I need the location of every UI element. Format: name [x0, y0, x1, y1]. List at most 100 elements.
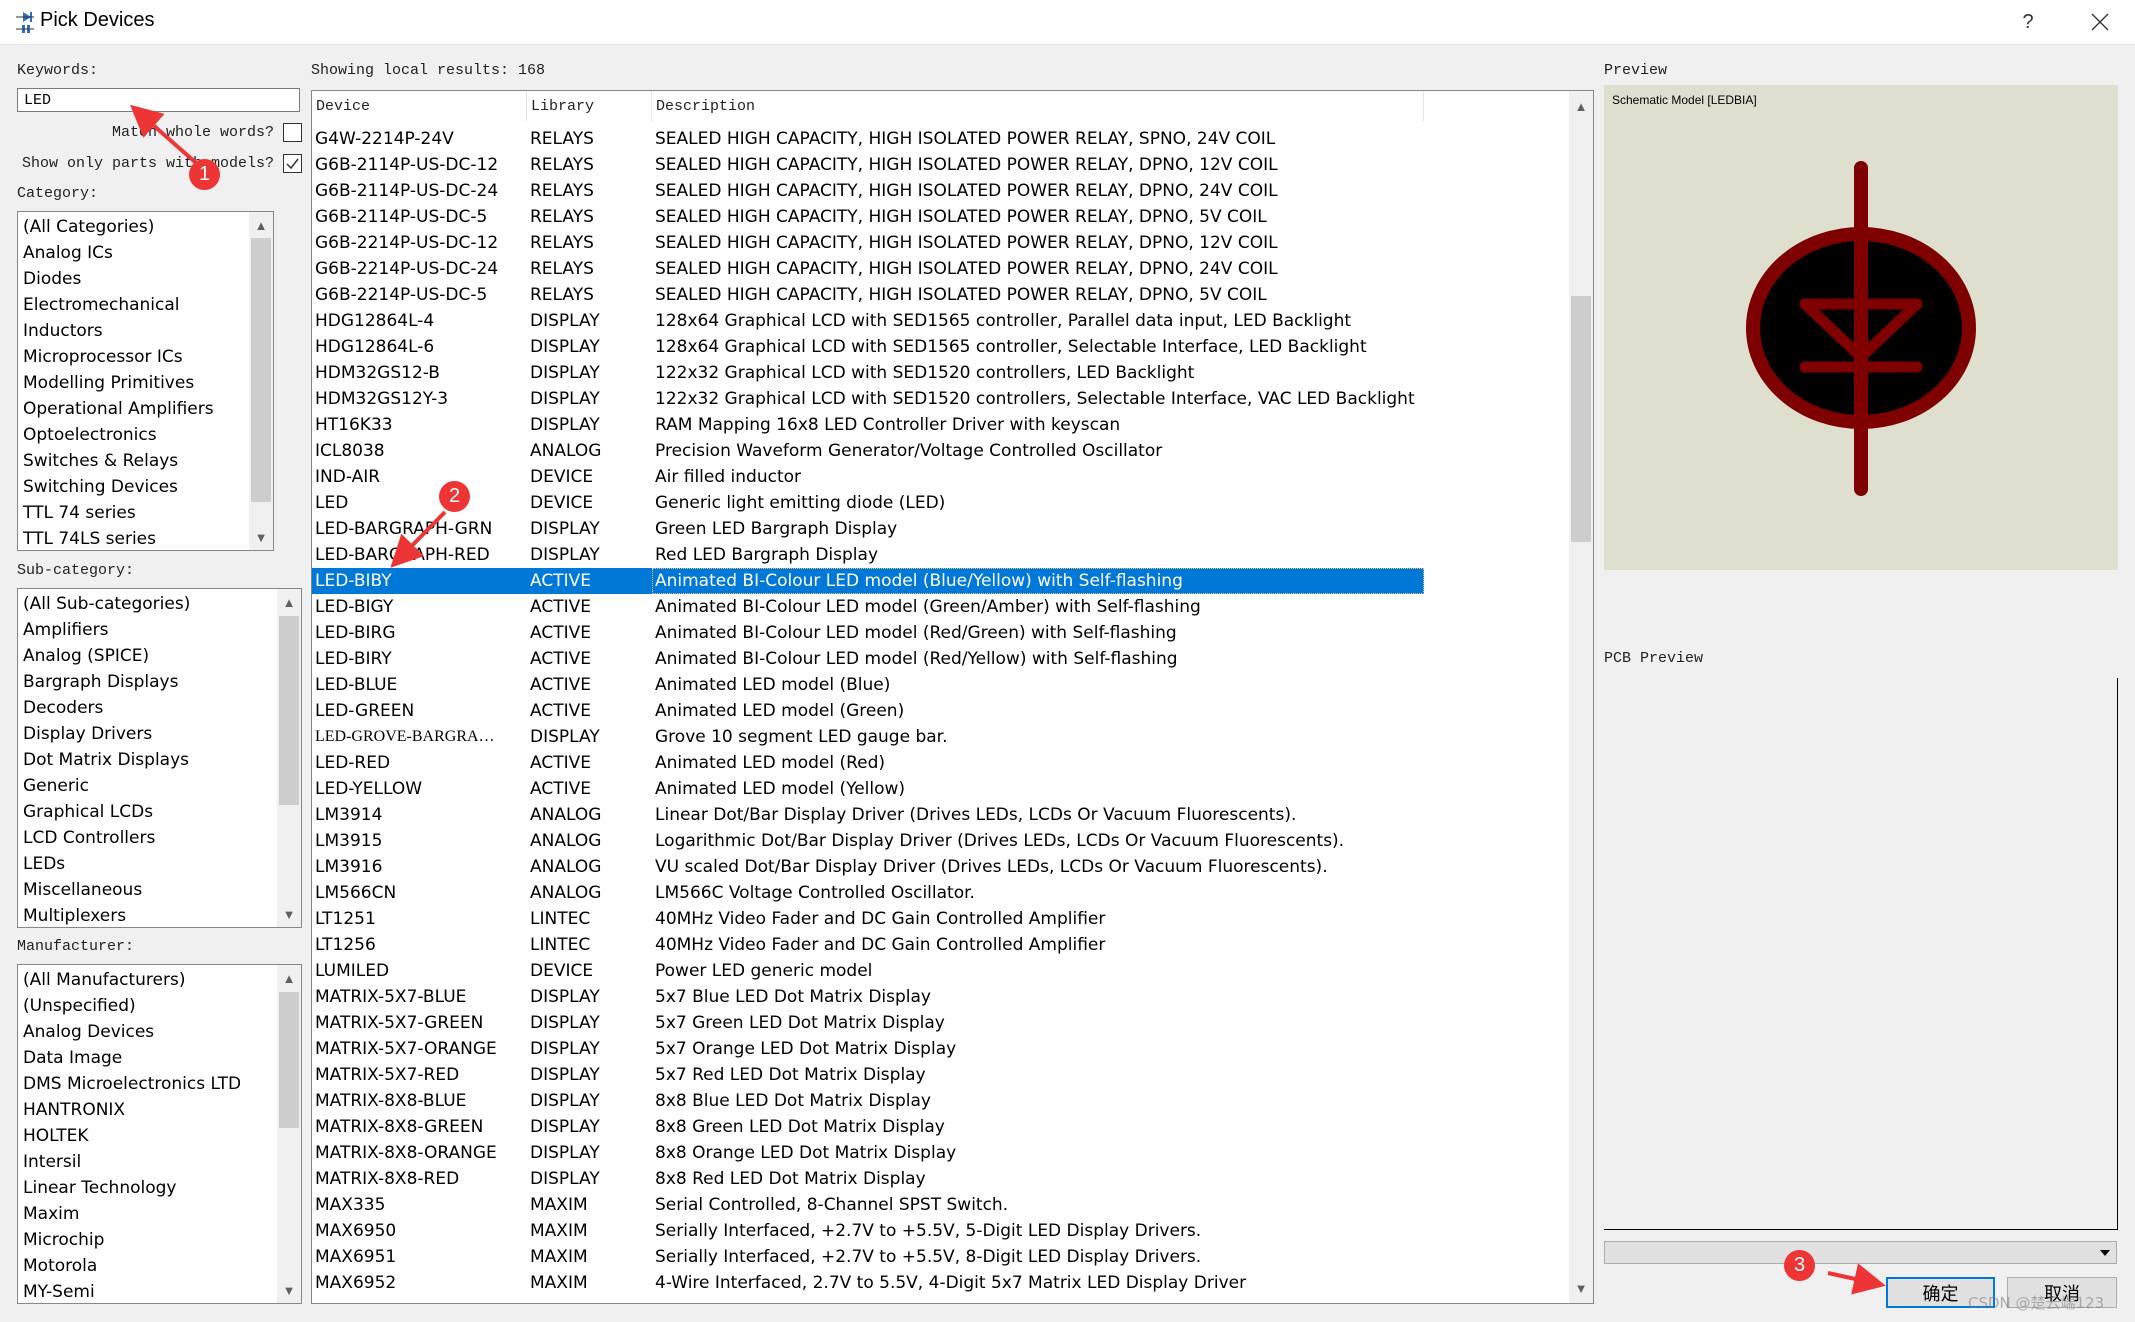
- column-header-library[interactable]: Library: [527, 91, 652, 121]
- table-row[interactable]: HT16K33 DISPLAY RAM Mapping 16x8 LED Contr…: [312, 412, 1569, 438]
- manufacturer-item[interactable]: DMS Microelectronics LTD: [18, 1071, 301, 1097]
- table-row[interactable]: HDG12864L-4 DISPLAY 128x64 Graphical LCD w…: [312, 308, 1569, 334]
- manufacturer-item[interactable]: Analog Devices: [18, 1019, 301, 1045]
- category-item[interactable]: Diodes: [18, 266, 273, 292]
- scroll-thumb[interactable]: [1571, 296, 1591, 542]
- category-item[interactable]: Switching Devices: [18, 474, 273, 500]
- table-row[interactable]: LED-BIRY ACTIVE Animated BI-Colour LED mod…: [312, 646, 1569, 672]
- table-row[interactable]: IND-AIR DEVICE Air filled inductor: [312, 464, 1569, 490]
- category-item[interactable]: Modelling Primitives: [18, 370, 273, 396]
- manufacturer-item[interactable]: Linear Technology: [18, 1175, 301, 1201]
- category-item[interactable]: Operational Amplifiers: [18, 396, 273, 422]
- results-scrollbar[interactable]: ▲ ▼: [1569, 91, 1593, 1303]
- scroll-down-icon[interactable]: ▼: [277, 1279, 301, 1301]
- table-row[interactable]: LT1251 LINTEC 40MHz Video Fader and DC Gai…: [312, 906, 1569, 932]
- table-row[interactable]: HDM32GS12Y-3 DISPLAY 122x32 Graphical LCD …: [312, 386, 1569, 412]
- table-row[interactable]: MATRIX-5X7-RED DISPLAY 5x7 Red LED Dot Mat…: [312, 1062, 1569, 1088]
- help-button[interactable]: ?: [1998, 4, 2058, 40]
- subcategory-item[interactable]: Amplifiers: [18, 617, 301, 643]
- table-row[interactable]: G6B-2214P-US-DC-24 RELAYS SEALED HIGH CAPA…: [312, 256, 1569, 282]
- category-item[interactable]: Inductors: [18, 318, 273, 344]
- table-row[interactable]: MAX6950 MAXIM Serially Interfaced, +2.7V t…: [312, 1218, 1569, 1244]
- scroll-up-icon[interactable]: ▲: [249, 214, 273, 236]
- manufacturer-item[interactable]: Maxim: [18, 1201, 301, 1227]
- table-row[interactable]: ICL8038 ANALOG Precision Waveform Generato…: [312, 438, 1569, 464]
- manufacturer-list[interactable]: (All Manufacturers) (Unspecified) Analog D…: [17, 964, 302, 1304]
- scroll-thumb[interactable]: [251, 238, 271, 502]
- table-row[interactable]: LM566CN ANALOG LM566C Voltage Controlled O…: [312, 880, 1569, 906]
- table-row[interactable]: MATRIX-5X7-ORANGE DISPLAY 5x7 Orange LED D…: [312, 1036, 1569, 1062]
- table-row[interactable]: MAX6952 MAXIM 4-Wire Interfaced, 2.7V to 5…: [312, 1270, 1569, 1296]
- category-item[interactable]: TTL 74LS series: [18, 526, 273, 550]
- column-header-device[interactable]: Device: [312, 91, 527, 121]
- table-row[interactable]: MATRIX-8X8-ORANGE DISPLAY 8x8 Orange LED D…: [312, 1140, 1569, 1166]
- category-item[interactable]: Switches & Relays: [18, 448, 273, 474]
- table-row[interactable]: LED-GREEN ACTIVE Animated LED model (Green…: [312, 698, 1569, 724]
- subcategory-item[interactable]: Graphical LCDs: [18, 799, 301, 825]
- column-header-description[interactable]: Description: [652, 91, 1424, 121]
- manufacturer-item[interactable]: HANTRONIX: [18, 1097, 301, 1123]
- manufacturer-item[interactable]: Intersil: [18, 1149, 301, 1175]
- table-row[interactable]: G6B-2114P-US-DC-24 RELAYS SEALED HIGH CAPA…: [312, 178, 1569, 204]
- manufacturer-scrollbar[interactable]: ▲ ▼: [277, 965, 301, 1303]
- manufacturer-item[interactable]: Motorola: [18, 1253, 301, 1279]
- manufacturer-item[interactable]: Data Image: [18, 1045, 301, 1071]
- keywords-input[interactable]: [17, 88, 300, 112]
- category-item[interactable]: (All Categories): [18, 214, 273, 240]
- table-row[interactable]: MATRIX-5X7-GREEN DISPLAY 5x7 Green LED Dot…: [312, 1010, 1569, 1036]
- results-table[interactable]: Device Library Description G4W-2214P-24V…: [311, 90, 1594, 1304]
- manufacturer-item[interactable]: MY-Semi: [18, 1279, 301, 1303]
- match-whole-words-checkbox[interactable]: [283, 123, 302, 142]
- manufacturer-item[interactable]: HOLTEK: [18, 1123, 301, 1149]
- manufacturer-item[interactable]: (All Manufacturers): [18, 967, 301, 993]
- subcategory-item[interactable]: Generic: [18, 773, 301, 799]
- subcategory-scrollbar[interactable]: ▲ ▼: [277, 589, 301, 927]
- table-row[interactable]: LED DEVICE Generic light emitting diode (L…: [312, 490, 1569, 516]
- table-row[interactable]: LED-BLUE ACTIVE Animated LED model (Blue): [312, 672, 1569, 698]
- category-item[interactable]: Analog ICs: [18, 240, 273, 266]
- subcategory-list[interactable]: (All Sub-categories) Amplifiers Analog (SP…: [17, 588, 302, 928]
- scroll-thumb[interactable]: [279, 616, 299, 805]
- manufacturer-item[interactable]: Microchip: [18, 1227, 301, 1253]
- table-row[interactable]: LED-BARGRAPH-RED DISPLAY Red LED Bargraph …: [312, 542, 1569, 568]
- table-row[interactable]: G6B-2114P-US-DC-5 RELAYS SEALED HIGH CAPAC…: [312, 204, 1569, 230]
- table-row[interactable]: MATRIX-8X8-GREEN DISPLAY 8x8 Green LED Dot…: [312, 1114, 1569, 1140]
- table-row[interactable]: LM3916 ANALOG VU scaled Dot/Bar Display Dr…: [312, 854, 1569, 880]
- close-button[interactable]: [2070, 4, 2130, 40]
- table-row[interactable]: MATRIX-5X7-BLUE DISPLAY 5x7 Blue LED Dot M…: [312, 984, 1569, 1010]
- subcategory-item[interactable]: Decoders: [18, 695, 301, 721]
- table-row[interactable]: G6B-2214P-US-DC-12 RELAYS SEALED HIGH CAPA…: [312, 230, 1569, 256]
- subcategory-item[interactable]: Analog (SPICE): [18, 643, 301, 669]
- table-row[interactable]: LED-GROVE-BARGRA… DISPLAY Grove 10 segment…: [312, 724, 1569, 750]
- table-row[interactable]: LM3915 ANALOG Logarithmic Dot/Bar Display …: [312, 828, 1569, 854]
- category-item[interactable]: Microprocessor ICs: [18, 344, 273, 370]
- scroll-down-icon[interactable]: ▼: [1569, 1277, 1593, 1299]
- table-row[interactable]: MATRIX-8X8-RED DISPLAY 8x8 Red LED Dot Mat…: [312, 1166, 1569, 1192]
- table-row[interactable]: MAX335 MAXIM Serial Controlled, 8-Channel …: [312, 1192, 1569, 1218]
- scroll-thumb[interactable]: [279, 992, 299, 1128]
- table-row[interactable]: LED-RED ACTIVE Animated LED model (Red): [312, 750, 1569, 776]
- table-row[interactable]: LED-BIRG ACTIVE Animated BI-Colour LED mod…: [312, 620, 1569, 646]
- category-scrollbar[interactable]: ▲ ▼: [249, 212, 273, 550]
- table-row[interactable]: G6B-2214P-US-DC-5 RELAYS SEALED HIGH CAPAC…: [312, 282, 1569, 308]
- table-row[interactable]: LM3914 ANALOG Linear Dot/Bar Display Drive…: [312, 802, 1569, 828]
- subcategory-item[interactable]: LCD Controllers: [18, 825, 301, 851]
- table-row[interactable]: LED-BARGRAPH-GRN DISPLAY Green LED Bargrap…: [312, 516, 1569, 542]
- table-row[interactable]: HDM32GS12-B DISPLAY 122x32 Graphical LCD w…: [312, 360, 1569, 386]
- table-row[interactable]: LED-BIGY ACTIVE Animated BI-Colour LED mod…: [312, 594, 1569, 620]
- subcategory-item[interactable]: Multiplexers: [18, 903, 301, 927]
- table-row[interactable]: MATRIX-8X8-BLUE DISPLAY 8x8 Blue LED Dot M…: [312, 1088, 1569, 1114]
- subcategory-item[interactable]: Display Drivers: [18, 721, 301, 747]
- table-row[interactable]: MAX6951 MAXIM Serially Interfaced, +2.7V t…: [312, 1244, 1569, 1270]
- category-item[interactable]: TTL 74 series: [18, 500, 273, 526]
- scroll-up-icon[interactable]: ▲: [277, 967, 301, 989]
- category-list[interactable]: (All Categories) Analog ICs Diodes Electrom…: [17, 211, 274, 551]
- subcategory-item[interactable]: Miscellaneous: [18, 877, 301, 903]
- subcategory-item[interactable]: Dot Matrix Displays: [18, 747, 301, 773]
- manufacturer-item[interactable]: (Unspecified): [18, 993, 301, 1019]
- table-row[interactable]: LUMILED DEVICE Power LED generic model: [312, 958, 1569, 984]
- table-row[interactable]: LED-BIBY ACTIVE Animated BI-Colour LED mod…: [312, 568, 1424, 594]
- table-row[interactable]: G4W-2214P-24V RELAYS SEALED HIGH CAPACITY,…: [312, 126, 1569, 152]
- category-item[interactable]: Electromechanical: [18, 292, 273, 318]
- scroll-down-icon[interactable]: ▼: [277, 903, 301, 925]
